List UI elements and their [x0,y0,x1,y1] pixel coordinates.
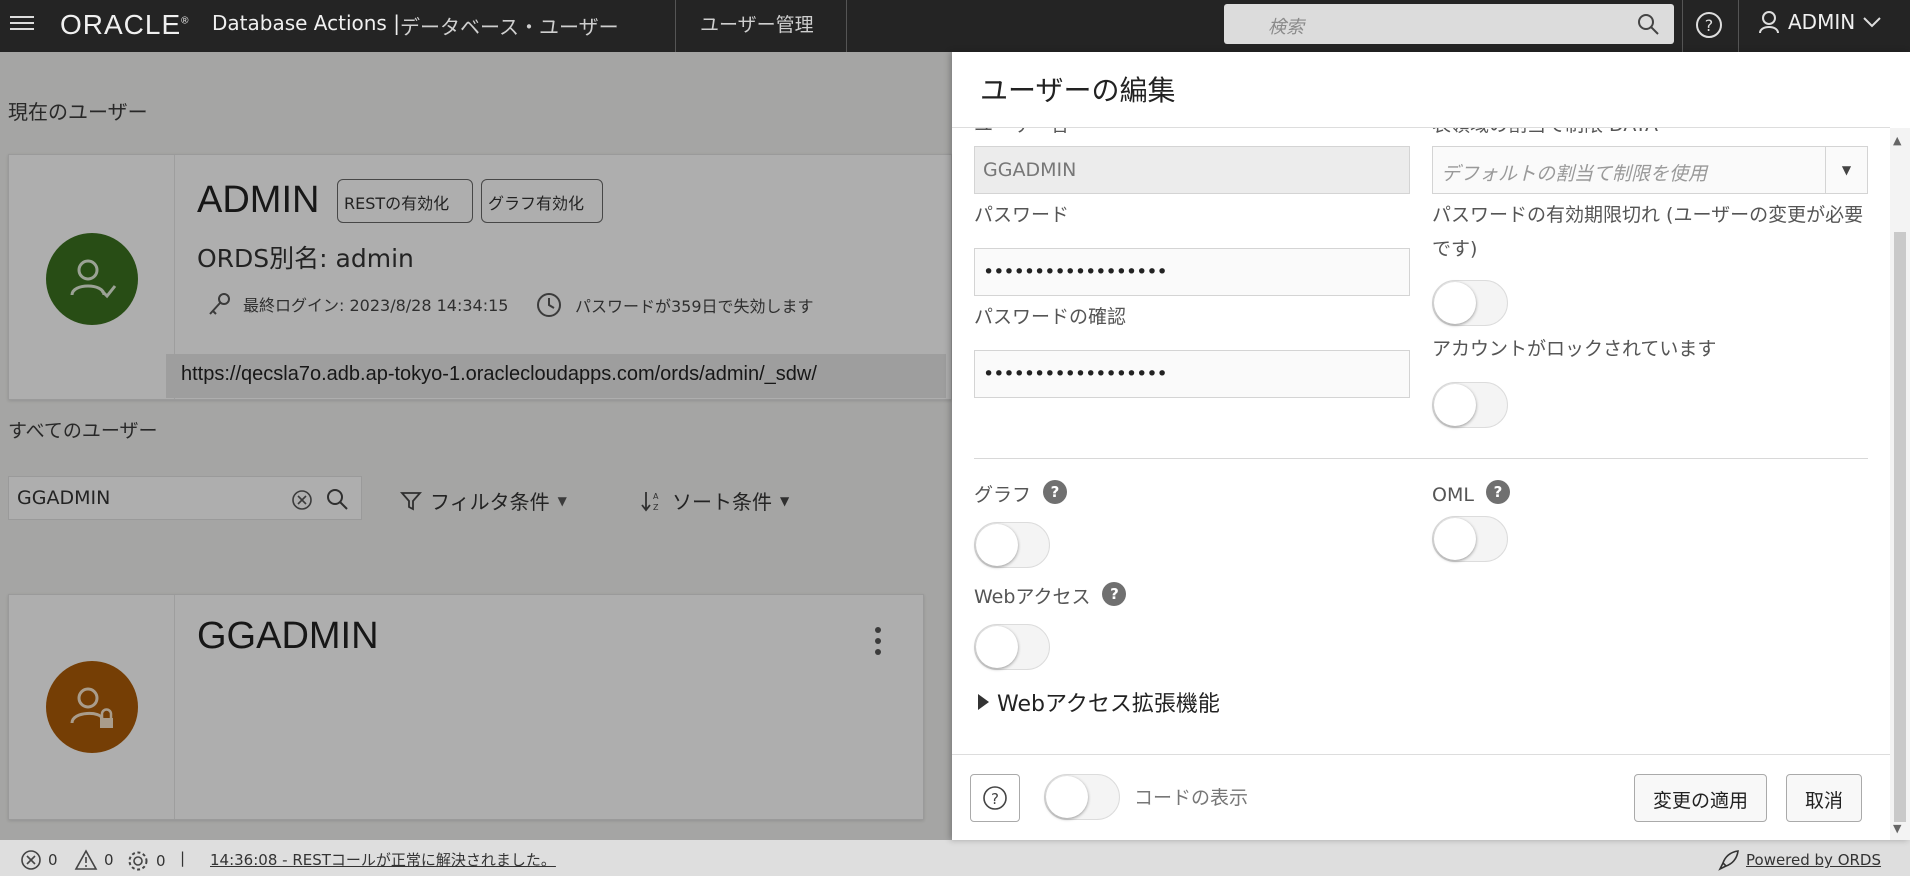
warning-count[interactable]: 0 [74,849,114,871]
powered-by[interactable]: Powered by ORDS [1718,849,1881,871]
drawer-title: ユーザーの編集 [980,74,1176,107]
graph-label: グラフ? [974,478,1068,512]
password-expired-toggle[interactable] [1432,280,1508,326]
username-label: ユーザー名 [974,128,1069,142]
chevron-down-icon [1863,17,1881,28]
user-name: ADMIN [1788,10,1856,34]
show-code-toggle[interactable] [1044,774,1120,820]
password-confirm-field[interactable]: •••••••••••••••••• [974,350,1410,398]
nav-divider [1682,0,1683,52]
nav-divider [1738,0,1739,52]
show-code-label: コードの表示 [1134,787,1249,809]
page-name: データベース・ユーザー [400,15,619,39]
nav-user-management[interactable]: ユーザー管理 [700,10,814,37]
drawer-body[interactable]: ユーザー名 表領域の割当て制限 DATA GGADMIN デフォルトの割当て制限… [952,128,1890,754]
toggle-knob [1434,518,1476,560]
global-search-input[interactable]: 検索 [1224,4,1674,44]
web-access-extension-expander[interactable]: Webアクセス拡張機能 [978,686,1220,718]
user-menu[interactable]: ADMIN [1758,10,1881,34]
svg-text:?: ? [1705,16,1714,35]
warning-icon [74,849,98,870]
warning-count-value: 0 [104,851,114,869]
web-access-label-text: Webアクセス [974,586,1091,608]
nav-divider [846,0,847,52]
account-locked-label: アカウントがロックされています [1432,338,1717,360]
toggle-knob [1434,282,1476,324]
web-access-toggle[interactable] [974,624,1050,670]
edit-user-drawer: ユーザーの編集 ユーザー名 表領域の割当て制限 DATA GGADMIN デフォ… [952,52,1910,840]
help-icon[interactable]: ? [1043,480,1068,504]
toggle-knob [1434,384,1476,426]
expand-triangle-icon [978,694,989,710]
search-icon[interactable] [1636,12,1660,40]
graph-label-text: グラフ [974,484,1032,506]
powered-by-link[interactable]: Powered by ORDS [1746,851,1881,869]
hamburger-menu-icon[interactable] [10,12,34,34]
account-locked-toggle[interactable] [1432,382,1508,428]
scrollbar-thumb[interactable] [1894,232,1906,822]
quota-label: 表領域の割当て制限 DATA [1432,128,1658,142]
process-count[interactable]: 0 [126,849,166,873]
help-icon[interactable]: ? [1694,10,1724,44]
username-field: GGADMIN [974,146,1410,194]
drawer-footer-divider [952,754,1890,755]
nav-divider [675,0,676,52]
dropdown-arrow-icon[interactable]: ▼ [1825,147,1867,193]
help-button[interactable]: ? [970,774,1020,822]
help-icon[interactable]: ? [1102,582,1127,606]
graph-toggle[interactable] [974,522,1050,568]
status-bar: 0 0 0 | 14:36:08 - RESTコールが正常に解決されました。 P… [0,840,1910,876]
apply-button[interactable]: 変更の適用 [1634,774,1768,822]
scroll-up-icon[interactable]: ▲ [1893,134,1901,147]
toggle-knob [976,626,1018,668]
web-access-label: Webアクセス? [974,580,1127,614]
error-count[interactable]: 0 [20,849,58,871]
help-icon: ? [983,786,1007,810]
quota-select[interactable]: デフォルトの割当て制限を使用 ▼ [1432,146,1868,194]
password-expired-label: パスワードの有効期限切れ (ユーザーの変更が必要です) [1432,204,1864,260]
oracle-logo: ORACLE® [60,9,190,40]
process-count-value: 0 [156,852,166,870]
oml-label-text: OML [1432,484,1474,506]
web-access-extension-label: Webアクセス拡張機能 [997,692,1220,717]
oml-label: OML? [1432,478,1510,512]
section-divider [974,458,1868,459]
toggle-knob [976,524,1018,566]
toggle-knob [1046,776,1088,818]
help-icon[interactable]: ? [1485,480,1510,504]
error-icon [21,850,41,870]
svg-text:?: ? [991,790,999,808]
password-field[interactable]: •••••••••••••••••• [974,248,1410,296]
gear-icon [128,851,148,871]
app-name: Database Actions | [212,11,400,35]
status-divider: | [180,849,186,867]
error-count-value: 0 [48,851,58,869]
quota-placeholder: デフォルトの割当て制限を使用 [1441,163,1708,185]
top-bar: ORACLE® Database Actions | データベース・ユーザー ユ… [0,0,1910,52]
rocket-icon [1718,850,1739,871]
cancel-button[interactable]: 取消 [1786,774,1863,822]
oml-toggle[interactable] [1432,516,1508,562]
modal-overlay[interactable] [0,52,952,840]
password-label: パスワード [974,204,1070,226]
password-confirm-label: パスワードの確認 [974,306,1127,328]
scroll-down-icon[interactable]: ▼ [1893,822,1901,835]
status-message-link[interactable]: 14:36:08 - RESTコールが正常に解決されました。 [210,849,556,870]
user-icon [1759,11,1779,34]
status-message[interactable]: 14:36:08 - RESTコールが正常に解決されました。 [210,849,556,870]
search-placeholder: 検索 [1268,17,1304,38]
